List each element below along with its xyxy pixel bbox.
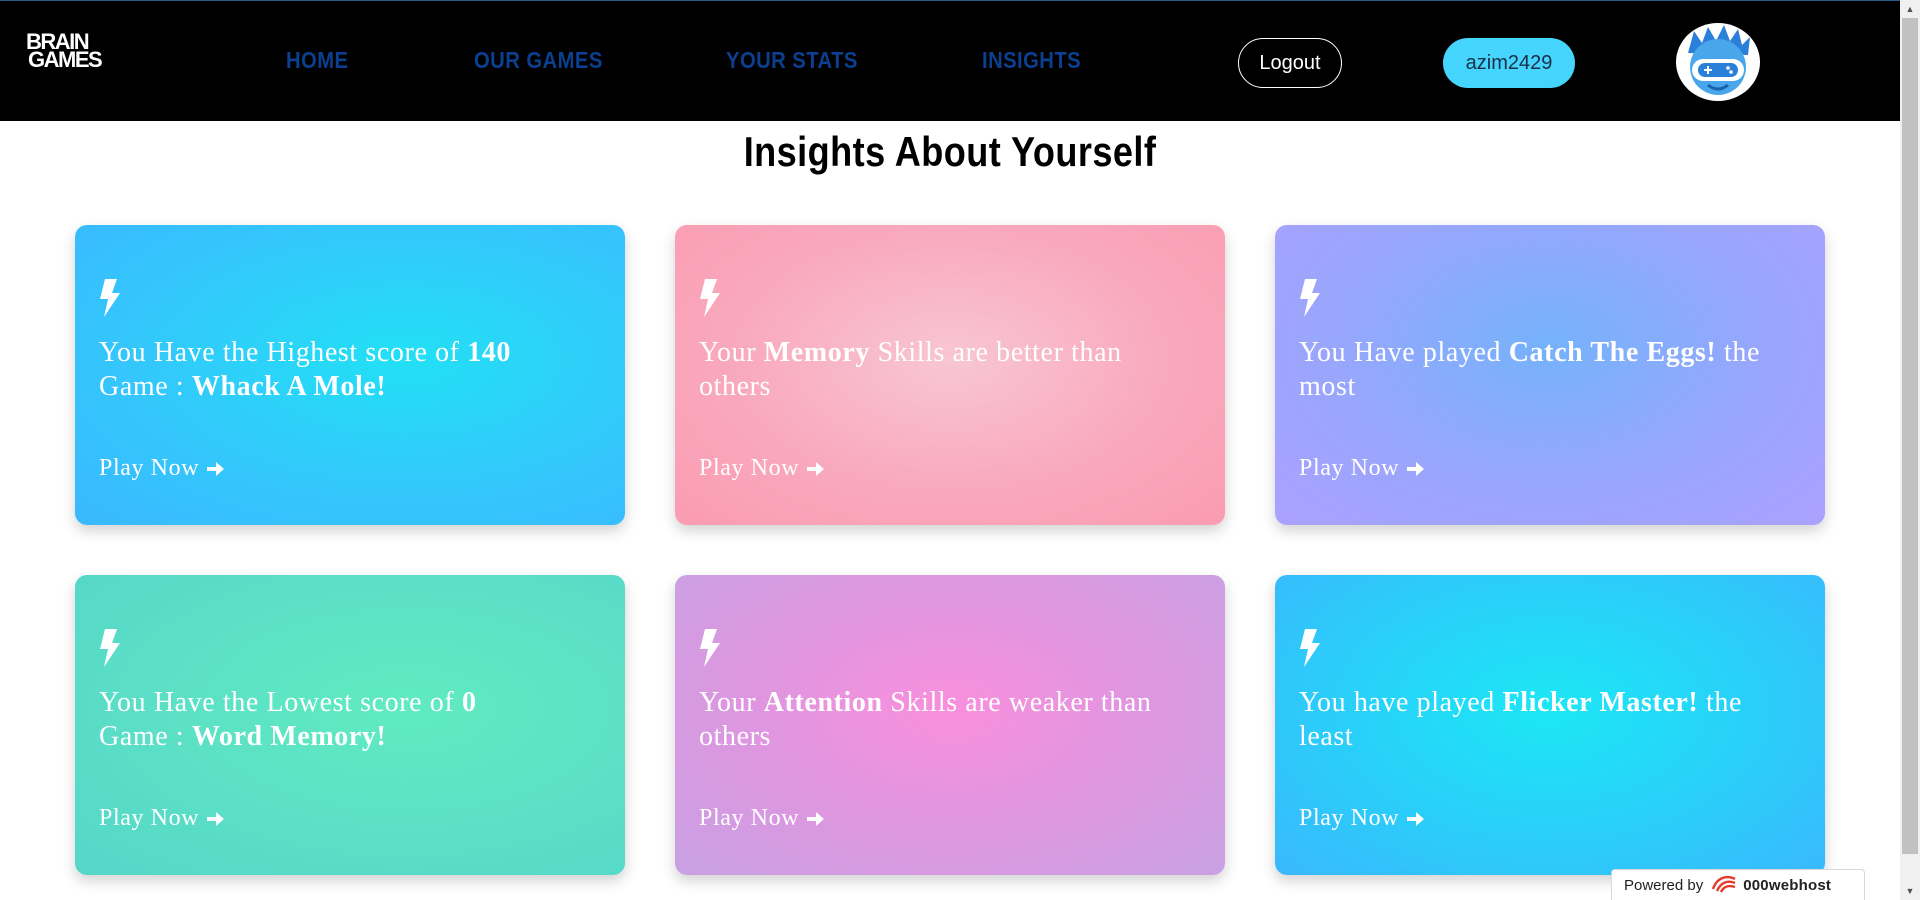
nav-our-games[interactable]: OUR GAMES: [474, 47, 603, 74]
logout-button[interactable]: Logout: [1238, 38, 1342, 88]
brand-name: 000webhost: [1743, 877, 1831, 894]
insight-text-mid: Game :: [99, 721, 192, 752]
lightning-icon: [100, 629, 120, 667]
page-title: Insights About Yourself: [743, 128, 1157, 175]
insight-highlight-1: Catch The Eggs!: [1508, 337, 1717, 368]
powered-by-badge[interactable]: Powered by 000webhost: [1611, 869, 1865, 900]
insight-card: You Have the Highest score of 140 Game : …: [75, 225, 625, 525]
insight-highlight-1: Memory: [763, 337, 870, 368]
arrow-right-icon: [807, 811, 825, 826]
insight-text-pre: Your: [699, 337, 764, 368]
scroll-up-arrow-icon[interactable]: ▲: [1900, 0, 1920, 18]
insight-highlight-1: Flicker Master!: [1502, 687, 1699, 718]
play-now-link[interactable]: Play Now: [99, 805, 225, 832]
play-now-link[interactable]: Play Now: [699, 455, 825, 482]
powered-by-text: Powered by: [1624, 876, 1704, 894]
play-now-label: Play Now: [99, 455, 200, 481]
lightning-icon: [100, 279, 120, 317]
play-now-label: Play Now: [99, 805, 200, 831]
nav-home[interactable]: HOME: [286, 47, 348, 74]
lightning-icon: [700, 629, 720, 667]
insight-text: Your Memory Skills are better than other…: [699, 336, 1199, 404]
insight-card: Your Memory Skills are better than other…: [675, 225, 1225, 525]
insight-card: You Have played Catch The Eggs! the most…: [1275, 225, 1825, 525]
scroll-down-arrow-icon[interactable]: ▼: [1900, 882, 1920, 900]
insight-highlight-2: Whack A Mole!: [191, 371, 387, 402]
play-now-label: Play Now: [1299, 455, 1400, 481]
insight-card: You have played Flicker Master! the leas…: [1275, 575, 1825, 875]
lightning-icon: [1300, 629, 1320, 667]
insight-card: You Have the Lowest score of 0 Game : Wor…: [75, 575, 625, 875]
play-now-label: Play Now: [699, 455, 800, 481]
insight-highlight-1: 0: [461, 687, 477, 718]
insight-text-pre: Your: [699, 687, 764, 718]
brain-games-logo[interactable]: BRAIN GAMES: [26, 31, 136, 73]
arrow-right-icon: [1407, 811, 1425, 826]
insight-highlight-1: Attention: [763, 687, 883, 718]
insight-highlight-1: 140: [467, 337, 512, 368]
insight-text: Your Attention Skills are weaker than ot…: [699, 686, 1199, 754]
insight-text-pre: You Have the Highest score of: [99, 337, 468, 368]
insight-text-pre: You Have played: [1299, 337, 1509, 368]
brand-suffix: webhost: [1768, 876, 1832, 894]
play-now-label: Play Now: [1299, 805, 1400, 831]
brand-prefix: 000: [1743, 876, 1769, 894]
insight-card: Your Attention Skills are weaker than ot…: [675, 575, 1225, 875]
insight-text: You Have played Catch The Eggs! the most: [1299, 336, 1799, 404]
lightning-icon: [1300, 279, 1320, 317]
insight-text: You have played Flicker Master! the leas…: [1299, 686, 1799, 754]
000webhost-logo-icon: [1711, 873, 1739, 897]
nav-your-stats[interactable]: YOUR STATS: [726, 47, 858, 74]
play-now-label: Play Now: [699, 805, 800, 831]
scroll-thumb[interactable]: [1902, 18, 1918, 854]
nav-insights[interactable]: INSIGHTS: [982, 47, 1081, 74]
insight-text-pre: You have played: [1299, 687, 1503, 718]
play-now-link[interactable]: Play Now: [1299, 805, 1425, 832]
lightning-icon: [700, 279, 720, 317]
play-now-link[interactable]: Play Now: [1299, 455, 1425, 482]
insight-text-pre: You Have the Lowest score of: [99, 687, 462, 718]
play-now-link[interactable]: Play Now: [699, 805, 825, 832]
gamer-avatar-icon[interactable]: [1676, 23, 1760, 101]
arrow-right-icon: [1407, 461, 1425, 476]
play-now-link[interactable]: Play Now: [99, 455, 225, 482]
insight-text: You Have the Lowest score of 0 Game : Wor…: [99, 686, 599, 754]
username-button[interactable]: azim2429: [1443, 38, 1575, 88]
arrow-right-icon: [207, 811, 225, 826]
arrow-right-icon: [207, 461, 225, 476]
top-navbar: BRAIN GAMES HOME OUR GAMES YOUR STATS IN…: [0, 0, 1900, 121]
arrow-right-icon: [807, 461, 825, 476]
logo-line-2: GAMES: [28, 47, 103, 72]
insight-text-mid: Game :: [99, 371, 192, 402]
insight-highlight-2: Word Memory!: [191, 721, 387, 752]
page-scrollbar[interactable]: ▲ ▼: [1900, 0, 1920, 900]
insight-text: You Have the Highest score of 140 Game : …: [99, 336, 599, 404]
